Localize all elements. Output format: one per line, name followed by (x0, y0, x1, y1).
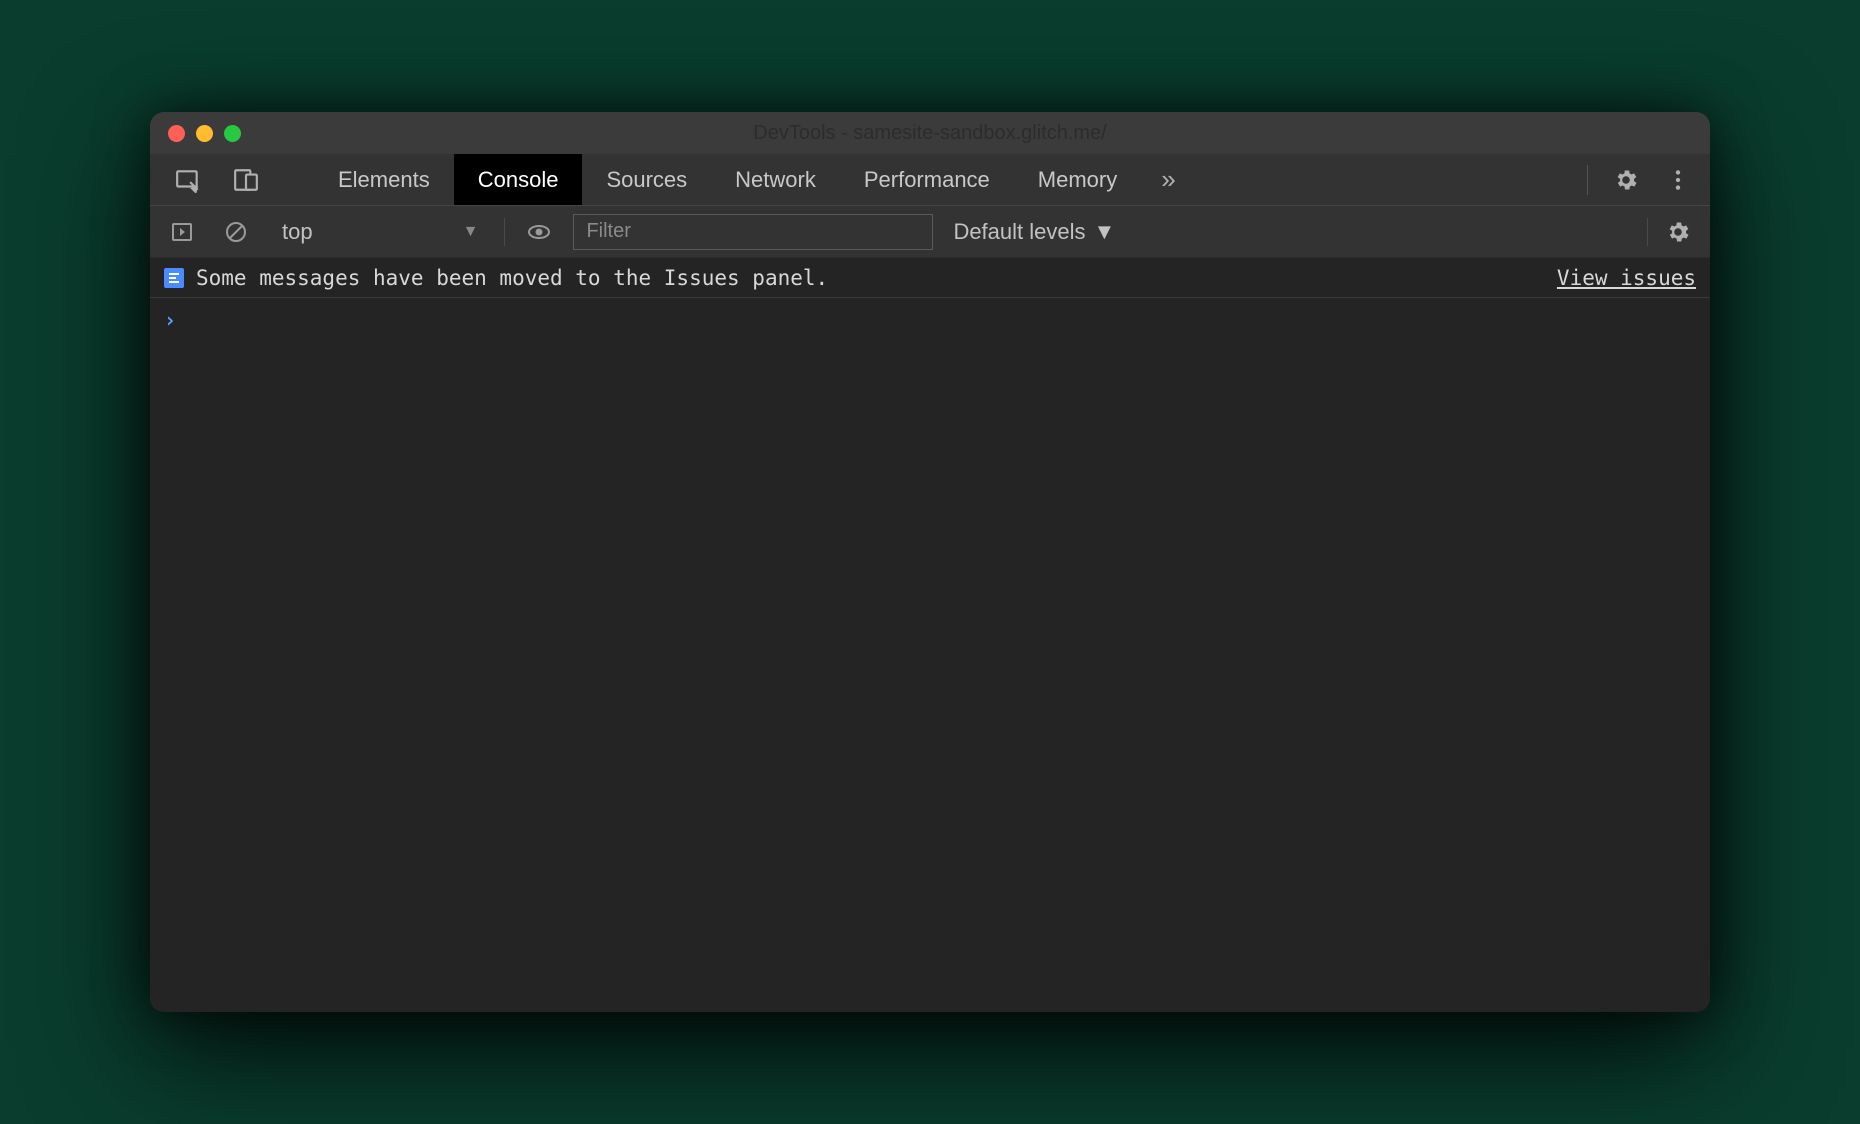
more-options-button[interactable] (1658, 160, 1698, 200)
close-window-button[interactable] (168, 125, 185, 142)
console-prompt[interactable]: › (164, 308, 1696, 332)
filter-input[interactable] (573, 214, 933, 250)
tab-memory[interactable]: Memory (1014, 154, 1141, 205)
divider (504, 218, 505, 246)
tab-network[interactable]: Network (711, 154, 840, 205)
minimize-window-button[interactable] (196, 125, 213, 142)
window-title: DevTools - samesite-sandbox.glitch.me/ (150, 122, 1710, 145)
chevron-down-icon: ▼ (463, 223, 479, 241)
info-icon (164, 268, 184, 288)
maximize-window-button[interactable] (224, 125, 241, 142)
view-issues-link[interactable]: View issues (1557, 266, 1696, 290)
device-toolbar-icon[interactable] (226, 160, 266, 200)
tab-elements[interactable]: Elements (314, 154, 454, 205)
issues-banner: Some messages have been moved to the Iss… (150, 258, 1710, 298)
console-toolbar: top ▼ Default levels ▼ (150, 206, 1710, 258)
devtools-window: DevTools - samesite-sandbox.glitch.me/ E… (150, 112, 1710, 1012)
levels-label: Default levels (953, 219, 1085, 245)
tab-console[interactable]: Console (454, 154, 583, 205)
more-tabs-button[interactable]: » (1141, 154, 1195, 205)
divider (1587, 165, 1588, 195)
divider (1647, 218, 1648, 246)
console-output[interactable]: › (150, 298, 1710, 1012)
live-expression-icon[interactable] (519, 212, 559, 252)
console-settings-button[interactable] (1658, 212, 1698, 252)
settings-button[interactable] (1606, 160, 1646, 200)
tab-sources[interactable]: Sources (582, 154, 711, 205)
execution-context-selector[interactable]: top ▼ (270, 219, 490, 245)
traffic-lights (150, 125, 241, 142)
log-levels-selector[interactable]: Default levels ▼ (953, 219, 1115, 245)
clear-console-icon[interactable] (216, 212, 256, 252)
banner-message: Some messages have been moved to the Iss… (196, 266, 828, 290)
titlebar: DevTools - samesite-sandbox.glitch.me/ (150, 112, 1710, 154)
tab-performance[interactable]: Performance (840, 154, 1014, 205)
context-label: top (282, 219, 313, 245)
main-tabbar: Elements Console Sources Network Perform… (150, 154, 1710, 206)
chevron-down-icon: ▼ (1094, 219, 1116, 245)
tab-list: Elements Console Sources Network Perform… (314, 154, 1196, 205)
sidebar-toggle-icon[interactable] (162, 212, 202, 252)
inspect-controls (150, 154, 284, 205)
tabbar-right (1581, 154, 1710, 205)
inspect-element-icon[interactable] (168, 160, 208, 200)
